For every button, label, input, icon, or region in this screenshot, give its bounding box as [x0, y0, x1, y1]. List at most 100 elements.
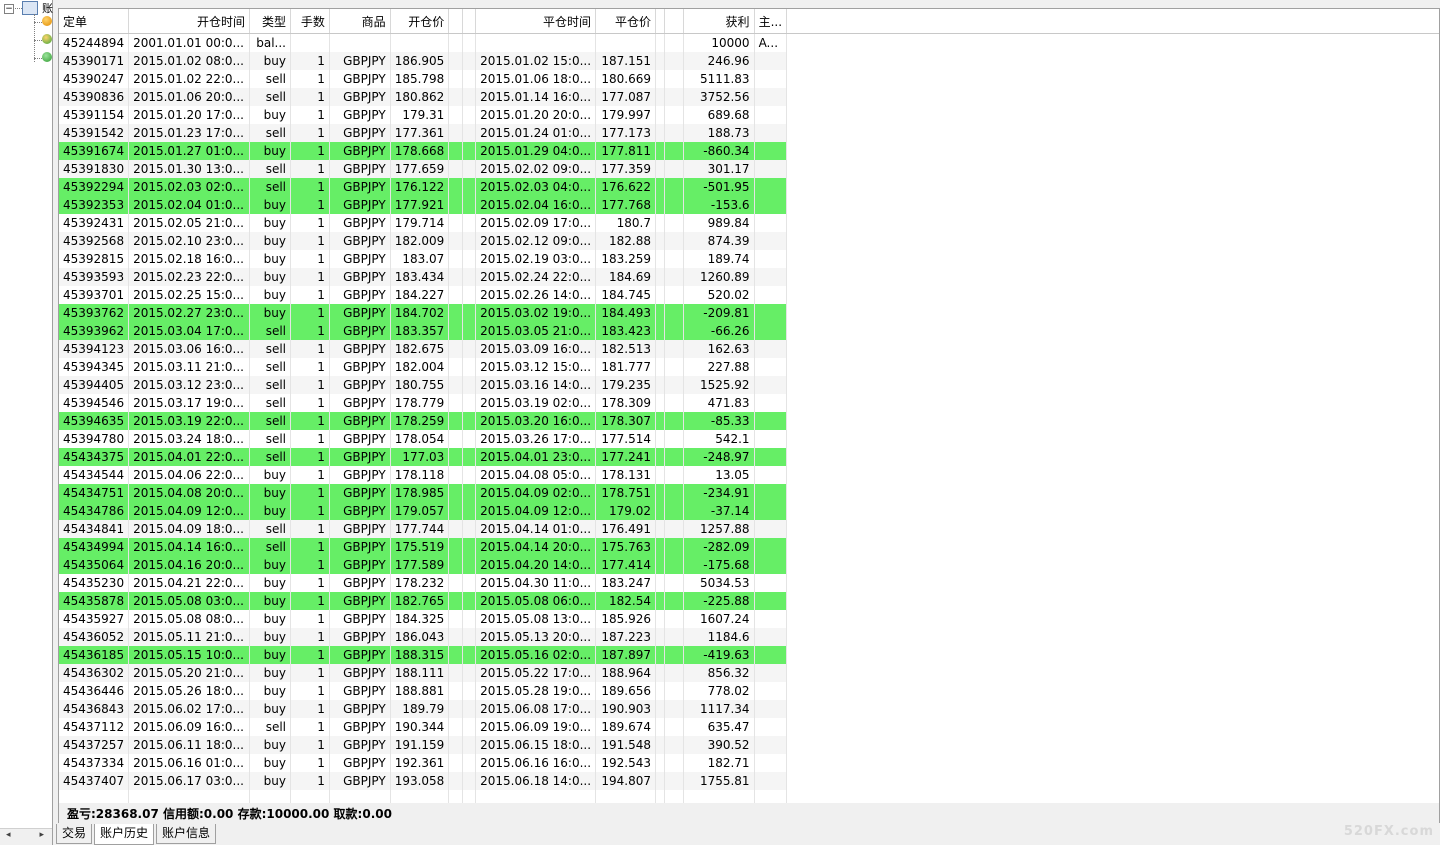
table-row[interactable]: 45436052 2015.05.11 21:0... buy 1 GBPJPY 186.… — [59, 628, 1439, 646]
table-row[interactable]: 45391154 2015.01.20 17:0... buy 1 GBPJPY 179.… — [59, 106, 1439, 124]
row-order-cell: 45390836 — [59, 88, 130, 106]
table-row[interactable]: 45392294 2015.02.03 02:0... sell 1 GBPJPY 176… — [59, 178, 1439, 196]
accounts-root-label[interactable]: 账 — [42, 0, 53, 16]
table-row[interactable]: 45434544 2015.04.06 22:0... buy 1 GBPJPY 178.… — [59, 466, 1439, 484]
row-type-cell: sell — [249, 178, 291, 196]
row-commission-cell — [655, 430, 666, 448]
table-row[interactable]: 45434841 2015.04.09 18:0... sell 1 GBPJPY 177… — [59, 520, 1439, 538]
row-lots-cell: 1 — [290, 772, 330, 790]
column-header-commission[interactable] — [655, 9, 666, 34]
row-open-price-cell: 177.589 — [390, 556, 450, 574]
table-row[interactable]: 45392431 2015.02.05 21:0... buy 1 GBPJPY 179.… — [59, 214, 1439, 232]
navigator-horizontal-scrollbar[interactable]: ◂ ▸ — [0, 828, 52, 845]
table-row[interactable]: 45394546 2015.03.17 19:0... sell 1 GBPJPY 178… — [59, 394, 1439, 412]
table-row[interactable]: 45392353 2015.02.04 01:0... buy 1 GBPJPY 177.… — [59, 196, 1439, 214]
row-close-price-cell: 178.309 — [595, 394, 657, 412]
column-header-open-price[interactable]: 开仓价 — [390, 9, 450, 34]
table-row[interactable]: 45436185 2015.05.15 10:0... buy 1 GBPJPY 188.… — [59, 646, 1439, 664]
row-close-price-cell: 183.259 — [595, 250, 657, 268]
table-row[interactable]: 45437334 2015.06.16 01:0... buy 1 GBPJPY 192.… — [59, 754, 1439, 772]
column-header-close-price[interactable]: 平仓价 — [595, 9, 657, 34]
scroll-right-arrow-icon[interactable]: ▸ — [39, 830, 44, 840]
row-filler-cell — [786, 358, 1439, 376]
table-row[interactable]: 45435230 2015.04.21 22:0... buy 1 GBPJPY 178.… — [59, 574, 1439, 592]
tab-trade[interactable]: 交易 — [56, 824, 93, 844]
table-row[interactable]: 45436302 2015.05.20 21:0... buy 1 GBPJPY 188.… — [59, 664, 1439, 682]
row-commission-cell — [655, 484, 666, 502]
column-header-lots[interactable]: 手数 — [290, 9, 330, 34]
row-open-time-cell: 2015.03.11 21:0... — [128, 358, 251, 376]
table-row[interactable]: 45393762 2015.02.27 23:0... buy 1 GBPJPY 184.… — [59, 304, 1439, 322]
table-row[interactable]: 45394780 2015.03.24 18:0... sell 1 GBPJPY 178… — [59, 430, 1439, 448]
table-row[interactable]: 45393701 2015.02.25 15:0... buy 1 GBPJPY 184.… — [59, 286, 1439, 304]
row-symbol-cell: GBPJPY — [329, 142, 391, 160]
tab-account-history[interactable]: 账户历史 — [94, 824, 155, 845]
account-user-icon[interactable] — [42, 16, 52, 26]
table-row[interactable]: 45392815 2015.02.18 16:0... buy 1 GBPJPY 183.… — [59, 250, 1439, 268]
row-close-time-cell: 2015.02.12 09:0... — [475, 232, 597, 250]
column-header-swap[interactable] — [664, 9, 684, 34]
table-row[interactable]: 45435064 2015.04.16 20:0... buy 1 GBPJPY 177.… — [59, 556, 1439, 574]
table-row[interactable]: 45393593 2015.02.23 22:0... buy 1 GBPJPY 183.… — [59, 268, 1439, 286]
row-order-cell: 45434375 — [59, 448, 130, 466]
row-comment-cell — [754, 232, 788, 250]
account-user-icon[interactable] — [42, 34, 52, 44]
table-row[interactable]: 45434375 2015.04.01 22:0... sell 1 GBPJPY 177… — [59, 448, 1439, 466]
column-header-tp[interactable] — [462, 9, 477, 34]
row-sl-cell — [448, 70, 464, 88]
table-row[interactable]: 45391674 2015.01.27 01:0... buy 1 GBPJPY 178.… — [59, 142, 1439, 160]
table-row[interactable]: 45435878 2015.05.08 03:0... buy 1 GBPJPY 182.… — [59, 592, 1439, 610]
column-header-open-time[interactable]: 开仓时间 — [128, 9, 251, 34]
column-header-profit[interactable]: 获利 — [683, 9, 755, 34]
table-row[interactable]: 45436446 2015.05.26 18:0... buy 1 GBPJPY 188.… — [59, 682, 1439, 700]
table-row[interactable]: 45390247 2015.01.02 22:0... sell 1 GBPJPY 185… — [59, 70, 1439, 88]
table-row[interactable]: 45437407 2015.06.17 03:0... buy 1 GBPJPY 193.… — [59, 772, 1439, 790]
table-row[interactable]: 45437112 2015.06.09 16:0... sell 1 GBPJPY 190… — [59, 718, 1439, 736]
column-header-comment[interactable]: 主... — [754, 9, 788, 34]
row-type-cell: bal... — [249, 33, 291, 52]
account-user-icon[interactable] — [42, 52, 52, 62]
column-header-type[interactable]: 类型 — [249, 9, 291, 34]
table-row[interactable]: 45394345 2015.03.11 21:0... sell 1 GBPJPY 182… — [59, 358, 1439, 376]
row-profit-cell: 471.83 — [683, 394, 755, 412]
table-row[interactable]: 45394635 2015.03.19 22:0... sell 1 GBPJPY 178… — [59, 412, 1439, 430]
row-comment-cell — [754, 466, 788, 484]
table-row[interactable]: 45393962 2015.03.04 17:0... sell 1 GBPJPY 183… — [59, 322, 1439, 340]
row-order-cell: 45392294 — [59, 178, 130, 196]
column-header-close-time[interactable]: 平仓时间 — [475, 9, 597, 34]
table-row[interactable]: 45435927 2015.05.08 08:0... buy 1 GBPJPY 184.… — [59, 610, 1439, 628]
row-tp-cell — [462, 88, 477, 106]
table-row[interactable]: 45244894 2001.01.01 00:0... bal... 10000 A..… — [59, 33, 1439, 52]
table-row[interactable]: 45391542 2015.01.23 17:0... sell 1 GBPJPY 177… — [59, 124, 1439, 142]
table-row[interactable]: 45437257 2015.06.11 18:0... buy 1 GBPJPY 191.… — [59, 736, 1439, 754]
table-row[interactable]: 45392568 2015.02.10 23:0... buy 1 GBPJPY 182.… — [59, 232, 1439, 250]
row-swap-cell — [664, 142, 684, 160]
table-row[interactable]: 45436843 2015.06.02 17:0... buy 1 GBPJPY 189.… — [59, 700, 1439, 718]
row-order-cell: 45434994 — [59, 538, 130, 556]
tab-account-info[interactable]: 账户信息 — [156, 824, 217, 844]
row-lots-cell: 1 — [290, 430, 330, 448]
table-row[interactable]: 45390836 2015.01.06 20:0... sell 1 GBPJPY 180… — [59, 88, 1439, 106]
row-sl-cell — [448, 520, 464, 538]
table-row[interactable]: 45394405 2015.03.12 23:0... sell 1 GBPJPY 180… — [59, 376, 1439, 394]
table-row[interactable]: 45434994 2015.04.14 16:0... sell 1 GBPJPY 175… — [59, 538, 1439, 556]
row-swap-cell — [664, 664, 684, 682]
column-header-symbol[interactable]: 商品 — [329, 9, 391, 34]
table-row[interactable]: 45391830 2015.01.30 13:0... sell 1 GBPJPY 177… — [59, 160, 1439, 178]
tree-collapse-toggle[interactable]: − — [4, 4, 14, 14]
column-header-order[interactable]: 定单 — [59, 9, 130, 34]
table-row[interactable]: 45394123 2015.03.06 16:0... sell 1 GBPJPY 182… — [59, 340, 1439, 358]
scroll-left-arrow-icon[interactable]: ◂ — [6, 830, 11, 840]
terminal-tabs: 交易 账户历史 账户信息 — [56, 824, 218, 845]
row-order-cell: 45390171 — [59, 52, 130, 70]
row-filler-cell — [786, 718, 1439, 736]
table-row[interactable]: 45390171 2015.01.02 08:0... buy 1 GBPJPY 186.… — [59, 52, 1439, 70]
account-history-grid[interactable]: 定单 开仓时间 类型 手数 商品 开仓价 平仓时间 平仓价 获利 主... 45… — [58, 8, 1440, 805]
row-tp-cell — [462, 394, 477, 412]
table-row[interactable]: 45434751 2015.04.08 20:0... buy 1 GBPJPY 178.… — [59, 484, 1439, 502]
row-type-cell: buy — [249, 268, 291, 286]
table-row[interactable]: 45434786 2015.04.09 12:0... buy 1 GBPJPY 179.… — [59, 502, 1439, 520]
row-commission-cell — [655, 754, 666, 772]
row-close-time-cell: 2015.03.19 02:0... — [475, 394, 597, 412]
column-header-sl[interactable] — [448, 9, 464, 34]
